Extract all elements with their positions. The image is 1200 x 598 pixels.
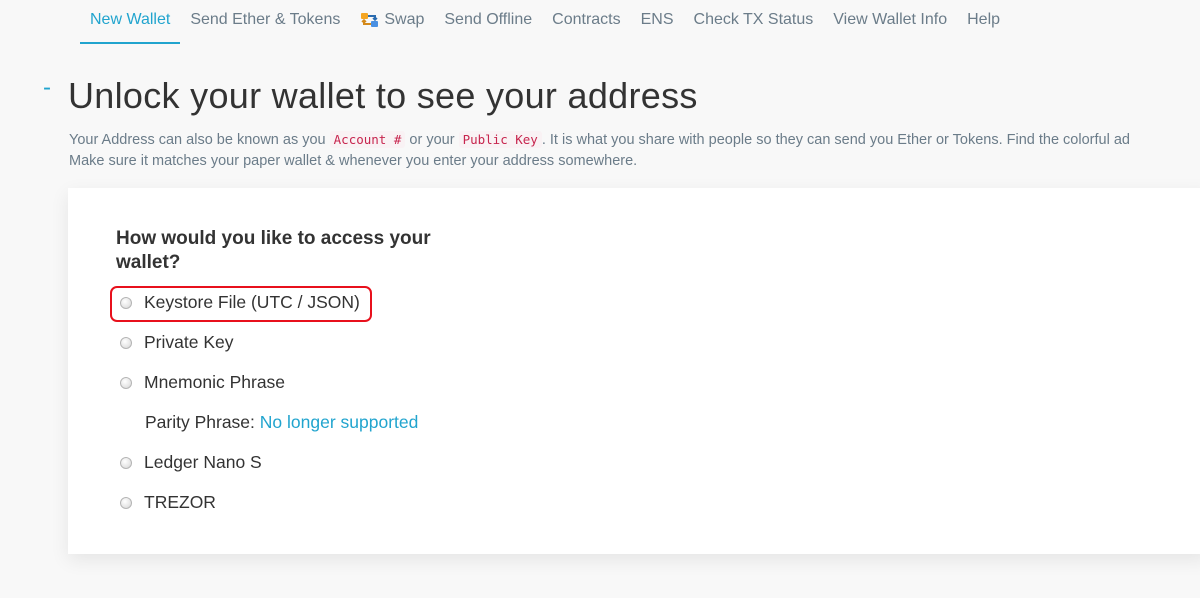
access-question: How would you like to access your wallet… <box>116 228 431 273</box>
intro-part-3: . It is what you share with people so th… <box>541 132 1130 148</box>
tab-send-offline[interactable]: Send Offline <box>434 0 542 44</box>
radio-button[interactable] <box>120 296 132 309</box>
tab-label: Send Offline <box>444 11 533 28</box>
tab-send-ether-tokens[interactable]: Send Ether & Tokens <box>180 0 350 44</box>
tab-help[interactable]: Help <box>957 0 1010 44</box>
radio-button[interactable] <box>120 496 132 509</box>
tab-label: View Wallet Info <box>833 11 948 28</box>
tab-label: Swap <box>384 11 425 28</box>
parity-label: Parity Phrase: <box>145 412 255 432</box>
radio-button[interactable] <box>120 336 132 349</box>
tab-swap[interactable]: Swap <box>350 0 434 44</box>
intro-part-2: or your <box>405 132 459 148</box>
tab-label: ENS <box>640 11 674 28</box>
main-nav: New Wallet Send Ether & Tokens Swap Send… <box>80 0 1010 44</box>
intro-line-2: Make sure it matches your paper wallet &… <box>69 153 638 169</box>
option-label: Mnemonic Phrase <box>144 372 286 392</box>
tab-new-wallet[interactable]: New Wallet <box>80 0 181 44</box>
option-ledger-nano-s[interactable]: Ledger Nano S <box>120 452 262 473</box>
intro-line-1: Your Address can also be known as you Ac… <box>69 129 1200 151</box>
option-trezor[interactable]: TREZOR <box>120 492 216 513</box>
no-longer-supported-link[interactable]: No longer supported <box>260 412 419 432</box>
tab-contracts[interactable]: Contracts <box>542 0 630 44</box>
intro-part-1: Your Address can also be known as you <box>69 132 330 148</box>
option-label: Private Key <box>144 332 234 352</box>
radio-button[interactable] <box>120 456 132 469</box>
option-label: Ledger Nano S <box>144 452 262 472</box>
option-mnemonic-phrase[interactable]: Mnemonic Phrase <box>120 372 285 393</box>
option-private-key[interactable]: Private Key <box>120 332 233 353</box>
access-panel: How would you like to access your wallet… <box>68 188 1200 554</box>
tab-label: Check TX Status <box>693 11 814 28</box>
intro-text: Your Address can also be known as you Ac… <box>69 129 1200 172</box>
account-number-tag: Account # <box>329 131 406 148</box>
tab-label: Help <box>967 11 1001 28</box>
collapse-toggle[interactable]: - <box>43 76 51 100</box>
public-key-tag: Public Key <box>458 131 542 148</box>
tab-check-tx-status[interactable]: Check TX Status <box>684 0 824 44</box>
parity-phrase-row: Parity Phrase: No longer supported <box>145 412 418 433</box>
tab-label: Send Ether & Tokens <box>190 11 341 28</box>
option-label: TREZOR <box>144 492 216 512</box>
swap-icon <box>360 11 380 29</box>
option-label: Keystore File (UTC / JSON) <box>144 292 360 312</box>
tab-view-wallet-info[interactable]: View Wallet Info <box>823 0 957 44</box>
page-title: Unlock your wallet to see your address <box>68 75 698 116</box>
tab-label: Contracts <box>552 11 621 28</box>
tab-label: New Wallet <box>90 11 171 28</box>
radio-button[interactable] <box>120 376 132 389</box>
option-keystore-file[interactable]: Keystore File (UTC / JSON) <box>120 292 360 313</box>
tab-ens[interactable]: ENS <box>631 0 684 44</box>
